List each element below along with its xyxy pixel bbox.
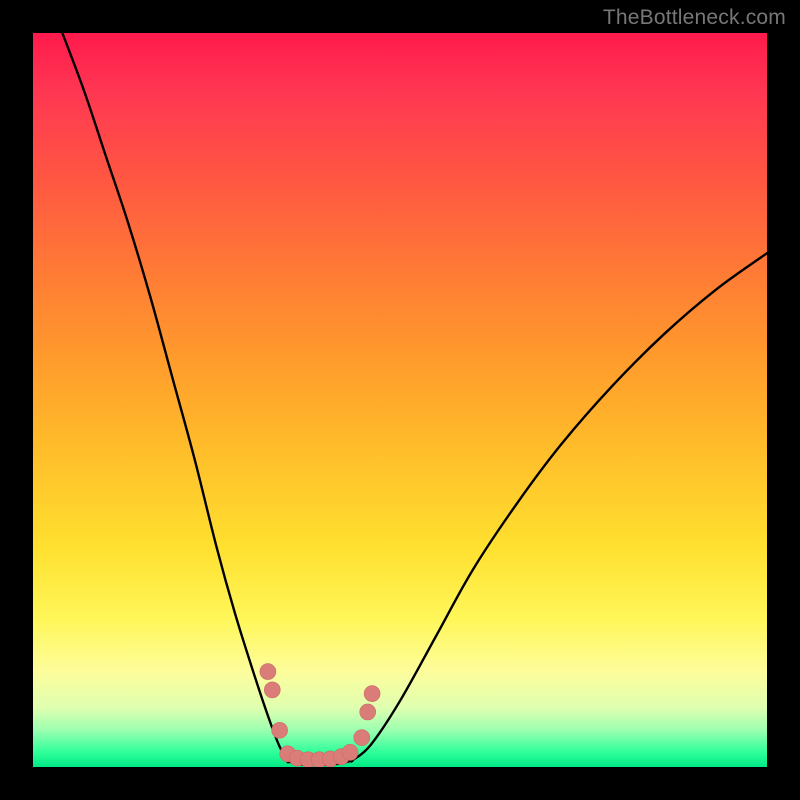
chart-stage: TheBottleneck.com [0, 0, 800, 800]
plot-area [33, 33, 767, 767]
valley-marker [364, 686, 380, 702]
bottleneck-curve [62, 33, 767, 765]
valley-marker [260, 664, 276, 680]
curve-layer [33, 33, 767, 767]
watermark-text: TheBottleneck.com [603, 6, 786, 30]
valley-marker [360, 704, 376, 720]
valley-marker [264, 682, 280, 698]
valley-marker [272, 722, 288, 738]
valley-marker-group [260, 664, 380, 767]
valley-marker [342, 744, 358, 760]
valley-marker [354, 730, 370, 746]
